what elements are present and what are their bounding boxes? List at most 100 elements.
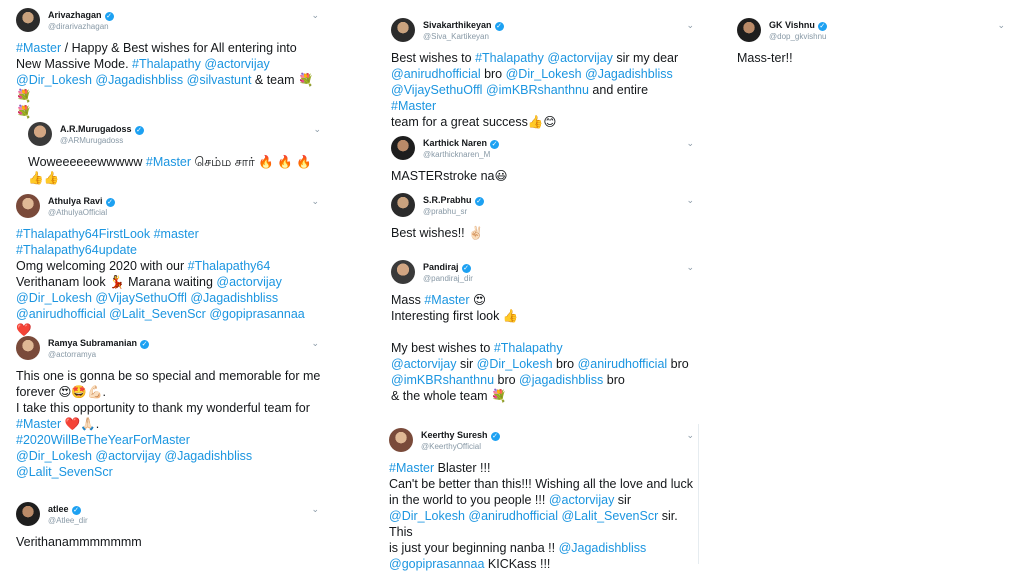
display-name-text[interactable]: Athulya Ravi	[48, 196, 103, 206]
user-handle[interactable]: @dirarivazhagan	[48, 22, 109, 31]
mention-link[interactable]: @Dir_Lokesh	[16, 73, 92, 87]
display-name[interactable]: atlee ✓	[48, 504, 81, 515]
chevron-down-icon[interactable]: ⌄	[686, 262, 694, 273]
mention-link[interactable]: @VijaySethuOffl	[391, 83, 482, 97]
hashtag-link[interactable]: #master	[154, 227, 199, 241]
avatar[interactable]	[16, 336, 40, 360]
user-handle[interactable]: @KeerthyOfficial	[421, 442, 481, 451]
mention-link[interactable]: @Lalit_SevenScr	[561, 509, 658, 523]
hashtag-link[interactable]: #Thalapathy	[494, 341, 563, 355]
display-name[interactable]: Pandiraj ✓	[423, 262, 471, 273]
user-handle[interactable]: @Siva_Kartikeyan	[423, 32, 489, 41]
mention-link[interactable]: @actorvijay	[216, 275, 282, 289]
mention-link[interactable]: @actorvijay	[549, 493, 615, 507]
mention-link[interactable]: @anirudhofficial	[468, 509, 558, 523]
mention-link[interactable]: @Jagadishbliss	[164, 449, 252, 463]
display-name-text[interactable]: Pandiraj	[423, 262, 459, 272]
avatar[interactable]	[391, 193, 415, 217]
hashtag-link[interactable]: #Master	[16, 41, 61, 55]
display-name-text[interactable]: S.R.Prabhu	[423, 195, 472, 205]
display-name-text[interactable]: Karthick Naren	[423, 138, 487, 148]
avatar[interactable]	[28, 122, 52, 146]
hashtag-link[interactable]: #Thalapathy64	[188, 259, 271, 273]
mention-link[interactable]: @gopiprasannaa	[209, 307, 304, 321]
avatar[interactable]	[389, 428, 413, 452]
hashtag-link[interactable]: #Thalapathy	[132, 57, 201, 71]
display-name-text[interactable]: Sivakarthikeyan	[423, 20, 492, 30]
chevron-down-icon[interactable]: ⌄	[311, 10, 319, 21]
avatar[interactable]	[391, 136, 415, 160]
display-name[interactable]: Ramya Subramanian ✓	[48, 338, 150, 349]
chevron-down-icon[interactable]: ⌄	[686, 195, 694, 206]
hashtag-link[interactable]: #Master	[146, 155, 191, 169]
mention-link[interactable]: @VijaySethuOffl	[95, 291, 186, 305]
display-name-text[interactable]: Ramya Subramanian	[48, 338, 137, 348]
mention-link[interactable]: @jagadishbliss	[519, 373, 603, 387]
mention-link[interactable]: @anirudhofficial	[16, 307, 106, 321]
mention-link[interactable]: @Jagadishbliss	[190, 291, 278, 305]
chevron-down-icon[interactable]: ⌄	[311, 504, 319, 515]
user-handle[interactable]: @karthicknaren_M	[423, 150, 490, 159]
chevron-down-icon[interactable]: ⌄	[311, 196, 319, 207]
display-name[interactable]: Karthick Naren ✓	[423, 138, 500, 149]
user-handle[interactable]: @AthulyaOfficial	[48, 208, 107, 217]
display-name-text[interactable]: Arivazhagan	[48, 10, 102, 20]
mention-link[interactable]: @imKBRshanthnu	[391, 373, 494, 387]
mention-link[interactable]: @Dir_Lokesh	[16, 449, 92, 463]
user-handle[interactable]: @dop_gkvishnu	[769, 32, 827, 41]
chevron-down-icon[interactable]: ⌄	[997, 20, 1005, 31]
display-name[interactable]: Athulya Ravi ✓	[48, 196, 115, 207]
mention-link[interactable]: @actorvijay	[204, 57, 270, 71]
avatar[interactable]	[16, 8, 40, 32]
avatar[interactable]	[391, 18, 415, 42]
chevron-down-icon[interactable]: ⌄	[686, 138, 694, 149]
mention-link[interactable]: @Dir_Lokesh	[16, 291, 92, 305]
avatar[interactable]	[16, 194, 40, 218]
mention-link[interactable]: @Jagadishbliss	[559, 541, 647, 555]
hashtag-link[interactable]: #Master	[389, 461, 434, 475]
hashtag-link[interactable]: #Thalapathy64FirstLook	[16, 227, 150, 241]
avatar[interactable]	[737, 18, 761, 42]
hashtag-link[interactable]: #Thalapathy64update	[16, 243, 137, 257]
display-name-text[interactable]: atlee	[48, 504, 69, 514]
display-name-text[interactable]: Keerthy Suresh	[421, 430, 488, 440]
display-name[interactable]: Keerthy Suresh ✓	[421, 430, 500, 441]
display-name[interactable]: Arivazhagan ✓	[48, 10, 114, 21]
display-name-text[interactable]: GK Vishnu	[769, 20, 815, 30]
user-handle[interactable]: @Atlee_dir	[48, 516, 88, 525]
chevron-down-icon[interactable]: ⌄	[313, 124, 321, 135]
display-name-text[interactable]: A.R.Murugadoss	[60, 124, 132, 134]
hashtag-link[interactable]: #Master	[391, 99, 436, 113]
mention-link[interactable]: @actorvijay	[547, 51, 613, 65]
display-name[interactable]: GK Vishnu ✓	[769, 20, 827, 31]
mention-link[interactable]: @anirudhofficial	[391, 67, 481, 81]
mention-link[interactable]: @Dir_Lokesh	[389, 509, 465, 523]
mention-link[interactable]: @imKBRshanthnu	[486, 83, 589, 97]
avatar[interactable]	[391, 260, 415, 284]
mention-link[interactable]: @Jagadishbliss	[585, 67, 673, 81]
display-name[interactable]: S.R.Prabhu ✓	[423, 195, 484, 206]
chevron-down-icon[interactable]: ⌄	[686, 430, 694, 441]
mention-link[interactable]: @silvastunt	[187, 73, 252, 87]
hashtag-link[interactable]: #Master	[16, 417, 61, 431]
avatar[interactable]	[16, 502, 40, 526]
display-name[interactable]: A.R.Murugadoss ✓	[60, 124, 144, 135]
mention-link[interactable]: @Jagadishbliss	[95, 73, 183, 87]
mention-link[interactable]: @actorvijay	[391, 357, 457, 371]
hashtag-link[interactable]: #Thalapathy	[475, 51, 544, 65]
user-handle[interactable]: @prabhu_sr	[423, 207, 467, 216]
chevron-down-icon[interactable]: ⌄	[686, 20, 694, 31]
mention-link[interactable]: @Lalit_SevenScr	[109, 307, 206, 321]
user-handle[interactable]: @ARMurugadoss	[60, 136, 123, 145]
user-handle[interactable]: @actorramya	[48, 350, 96, 359]
mention-link[interactable]: @gopiprasannaa	[389, 557, 484, 571]
display-name[interactable]: Sivakarthikeyan ✓	[423, 20, 504, 31]
mention-link[interactable]: @Dir_Lokesh	[477, 357, 553, 371]
chevron-down-icon[interactable]: ⌄	[311, 338, 319, 349]
mention-link[interactable]: @Lalit_SevenScr	[16, 465, 113, 479]
user-handle[interactable]: @pandiraj_dir	[423, 274, 473, 283]
mention-link[interactable]: @Dir_Lokesh	[506, 67, 582, 81]
mention-link[interactable]: @anirudhofficial	[578, 357, 668, 371]
mention-link[interactable]: @actorvijay	[95, 449, 161, 463]
hashtag-link[interactable]: #Master	[424, 293, 469, 307]
